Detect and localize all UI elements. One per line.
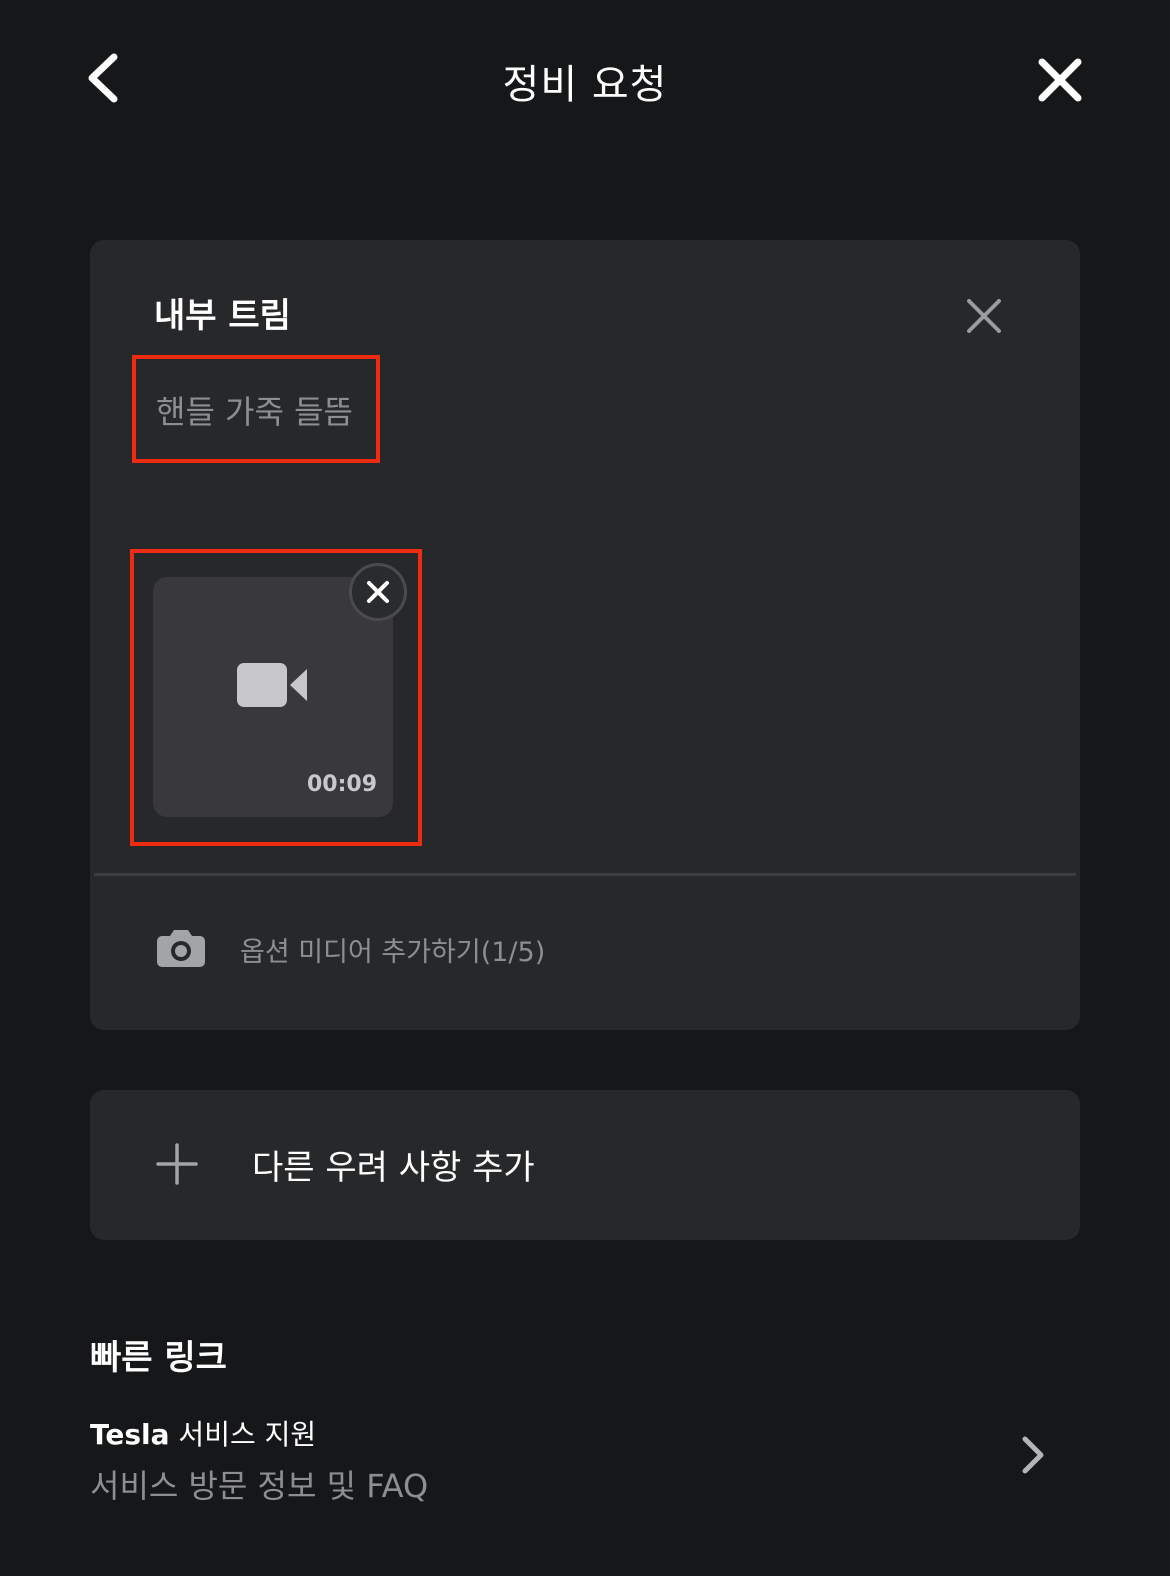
concern-description[interactable]: 핸들 가죽 들뜸 — [156, 387, 353, 433]
header: 정비 요청 — [0, 0, 1170, 160]
quick-link-service-support[interactable]: Tesla 서비스 지원 서비스 방문 정보 및 FAQ — [90, 1405, 1080, 1515]
add-concern-button[interactable]: 다른 우려 사항 추가 — [90, 1090, 1080, 1240]
add-media-button[interactable]: 옵션 미디어 추가하기(1/5) — [90, 876, 1080, 1030]
add-concern-label: 다른 우려 사항 추가 — [252, 1148, 535, 1188]
plus-icon — [156, 1143, 198, 1185]
quick-links-title: 빠른 링크 — [90, 1338, 227, 1378]
chevron-right-icon — [1022, 1436, 1044, 1474]
media-highlight: 00:09 — [130, 549, 422, 846]
close-icon — [967, 299, 1001, 333]
video-camera-icon — [237, 663, 307, 707]
close-icon — [1038, 58, 1082, 102]
quick-link-brand: Tesla — [90, 1418, 170, 1451]
quick-link-subtitle: 서비스 방문 정보 및 FAQ — [90, 1467, 429, 1505]
description-highlight: 핸들 가죽 들뜸 — [132, 355, 380, 463]
video-duration: 00:09 — [306, 772, 377, 797]
add-media-label: 옵션 미디어 추가하기(1/5) — [240, 937, 546, 968]
remove-media-button[interactable] — [349, 563, 407, 621]
quick-link-title: Tesla 서비스 지원 — [90, 1413, 316, 1453]
remove-concern-button[interactable] — [960, 292, 1008, 340]
concern-title: 내부 트림 — [154, 296, 291, 336]
page-title: 정비 요청 — [502, 62, 668, 108]
close-icon — [367, 581, 389, 603]
concern-card: 내부 트림 핸들 가죽 들뜸 00:09 옵션 미디어 추가하기(1/5) — [90, 240, 1080, 1030]
close-button[interactable] — [1030, 50, 1090, 110]
camera-icon — [157, 930, 205, 967]
quick-link-title-rest: 서비스 지원 — [169, 1418, 317, 1451]
